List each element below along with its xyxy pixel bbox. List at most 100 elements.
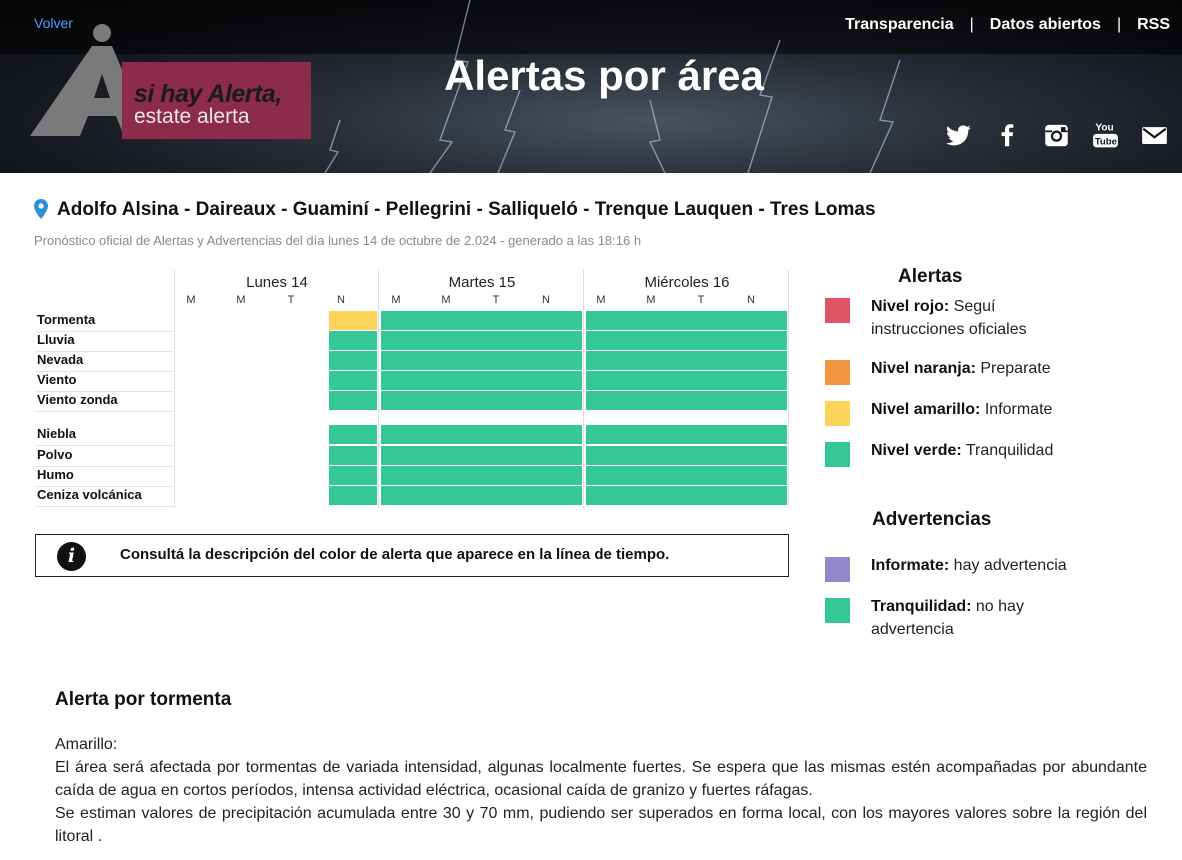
timeline-cell[interactable] [739, 371, 787, 390]
timeline-cell[interactable] [483, 311, 534, 330]
timeline-cell[interactable] [534, 311, 582, 330]
timeline-cell[interactable] [739, 466, 787, 485]
timeline-cell[interactable] [688, 486, 739, 505]
timeline-cell[interactable] [483, 391, 534, 410]
timeline-cell[interactable] [534, 446, 582, 465]
timeline-cell[interactable] [381, 331, 432, 350]
timeline-cell[interactable] [534, 331, 582, 350]
timeline-cell[interactable] [329, 351, 377, 370]
row-label: Polvo [37, 447, 73, 462]
timeline-cell[interactable] [637, 311, 688, 330]
timeline-cell[interactable] [329, 466, 377, 485]
timeline-cell[interactable] [586, 446, 637, 465]
timeline-cell[interactable] [381, 311, 432, 330]
timeline-cell[interactable] [432, 311, 483, 330]
timeline-cell[interactable] [586, 371, 637, 390]
timeline-cell[interactable] [432, 331, 483, 350]
timeline-cell[interactable] [637, 466, 688, 485]
timeline-cell[interactable] [534, 486, 582, 505]
top-nav: Transparencia | Datos abiertos | RSS [845, 16, 1170, 34]
nav-link-rss[interactable]: RSS [1137, 16, 1170, 34]
timeline-cell[interactable] [432, 466, 483, 485]
timeline-cell[interactable] [688, 311, 739, 330]
nav-link-datos-abiertos[interactable]: Datos abiertos [990, 16, 1101, 34]
timeline-cell[interactable] [739, 446, 787, 465]
timeline-cell[interactable] [688, 351, 739, 370]
timeline-cell[interactable] [688, 391, 739, 410]
timeline-cell[interactable] [637, 425, 688, 444]
timeline-cell[interactable] [432, 351, 483, 370]
youtube-icon[interactable]: You Tube [1092, 120, 1119, 150]
timeline-cell[interactable] [381, 425, 432, 444]
timeline-cell[interactable] [688, 331, 739, 350]
legend-level: Nivel rojo: [871, 298, 950, 315]
timeline-cell[interactable] [739, 425, 787, 444]
timeline-cell[interactable] [381, 446, 432, 465]
timeline-cell[interactable] [637, 331, 688, 350]
timeline-cell[interactable] [637, 391, 688, 410]
timeline-cell[interactable] [586, 311, 637, 330]
timeline-cell[interactable] [534, 351, 582, 370]
timeline-cell[interactable] [483, 351, 534, 370]
timeline-cell[interactable] [586, 425, 637, 444]
timeline-cell[interactable] [586, 466, 637, 485]
slot-label: N [747, 294, 755, 306]
timeline-cell[interactable] [534, 425, 582, 444]
timeline-cell[interactable] [381, 391, 432, 410]
timeline-cell[interactable] [586, 331, 637, 350]
timeline-cell[interactable] [432, 446, 483, 465]
timeline-cell[interactable] [637, 371, 688, 390]
nav-link-transparencia[interactable]: Transparencia [845, 16, 954, 34]
mail-icon[interactable] [1141, 120, 1168, 150]
nav-separator: | [1116, 16, 1122, 33]
timeline-cell[interactable] [483, 425, 534, 444]
timeline-cell[interactable] [586, 486, 637, 505]
timeline-cell[interactable] [432, 371, 483, 390]
timeline-cell[interactable] [483, 331, 534, 350]
timeline-cell[interactable] [381, 486, 432, 505]
timeline-cell[interactable] [739, 351, 787, 370]
day-header: Martes 15 [448, 274, 516, 291]
instagram-icon[interactable] [1043, 120, 1070, 150]
timeline-cell[interactable] [329, 391, 377, 410]
timeline-cell[interactable] [329, 331, 377, 350]
timeline-cell[interactable] [483, 466, 534, 485]
grid-divider [174, 270, 175, 508]
grid-divider [788, 270, 789, 508]
slot-label: T [697, 294, 705, 306]
timeline-cell[interactable] [586, 391, 637, 410]
timeline-cell[interactable] [688, 446, 739, 465]
timeline-cell[interactable] [534, 391, 582, 410]
timeline-cell[interactable] [534, 371, 582, 390]
timeline-cell[interactable] [381, 351, 432, 370]
timeline-cell[interactable] [688, 371, 739, 390]
timeline-cell[interactable] [688, 466, 739, 485]
twitter-icon[interactable] [945, 120, 972, 150]
timeline-cell[interactable] [586, 351, 637, 370]
timeline-cell[interactable] [432, 425, 483, 444]
timeline-cell[interactable] [637, 486, 688, 505]
facebook-icon[interactable] [994, 120, 1021, 150]
timeline-cell[interactable] [483, 371, 534, 390]
legend-description: hay advertencia [949, 557, 1067, 574]
timeline-cell[interactable] [739, 486, 787, 505]
timeline-cell[interactable] [739, 391, 787, 410]
timeline-cell[interactable] [637, 446, 688, 465]
timeline-cell[interactable] [329, 425, 377, 444]
timeline-cell[interactable] [432, 486, 483, 505]
timeline-cell[interactable] [739, 311, 787, 330]
timeline-cell[interactable] [381, 466, 432, 485]
timeline-cell[interactable] [329, 371, 377, 390]
timeline-cell[interactable] [483, 446, 534, 465]
timeline-cell[interactable] [739, 331, 787, 350]
timeline-cell[interactable] [688, 425, 739, 444]
info-box: i Consultá la descripción del color de a… [35, 534, 789, 577]
timeline-cell[interactable] [637, 351, 688, 370]
timeline-cell[interactable] [329, 311, 377, 330]
timeline-cell[interactable] [483, 486, 534, 505]
timeline-cell[interactable] [534, 466, 582, 485]
timeline-cell[interactable] [329, 446, 377, 465]
timeline-cell[interactable] [432, 391, 483, 410]
timeline-cell[interactable] [381, 371, 432, 390]
timeline-cell[interactable] [329, 486, 377, 505]
